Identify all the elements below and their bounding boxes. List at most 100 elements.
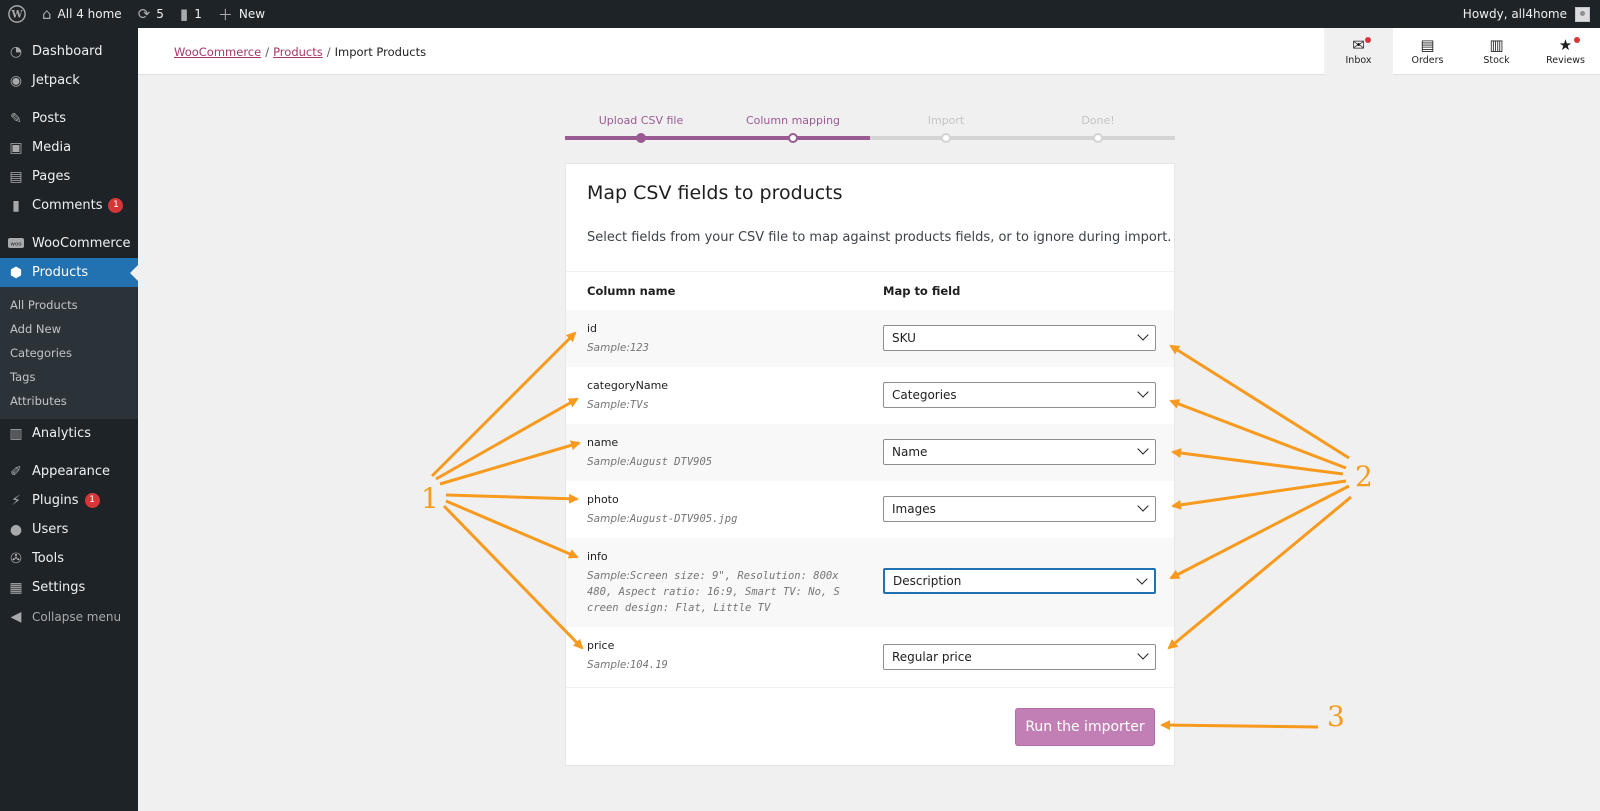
media-icon: ▣ [9, 139, 23, 156]
csv-column-name: price [587, 639, 615, 652]
menu-item-appearance[interactable]: ✐ Appearance [0, 457, 138, 486]
chevron-down-icon [1137, 386, 1149, 398]
wp-logo-icon[interactable]: W [0, 0, 34, 28]
menu-item-tools[interactable]: ✇ Tools [0, 544, 138, 573]
arrow-2-price [1167, 495, 1352, 650]
menu-item-users[interactable]: ● Users [0, 515, 138, 544]
submenu-item-attributes[interactable]: Attributes [0, 389, 138, 413]
csv-column-name: id [587, 322, 598, 335]
products-submenu: All Products Add New Categories Tags Att… [0, 287, 138, 419]
submenu-item-all-products[interactable]: All Products [0, 293, 138, 317]
arrow-1-name [439, 440, 581, 486]
plug-icon: ⚡ [11, 492, 21, 509]
run-importer-button[interactable]: Run the importer [1015, 708, 1155, 746]
arrow-2-sku [1169, 344, 1350, 460]
svg-text:W: W [10, 10, 23, 21]
comment-icon: ▮ [12, 197, 20, 214]
breadcrumb-products-link[interactable]: Products [273, 45, 323, 59]
step-upload: Upload CSV file [598, 114, 684, 127]
breadcrumb: WooCommerce / Products / Import Products [174, 45, 427, 59]
arrow-1-price [442, 504, 584, 650]
refresh-icon: ⟳ [137, 5, 151, 23]
activity-tab-orders[interactable]: ▤ Orders [1393, 28, 1462, 75]
arrow-1-id [430, 331, 577, 478]
breadcrumb-woocommerce-link[interactable]: WooCommerce [174, 45, 261, 59]
arrow-1-category [435, 397, 579, 481]
comments-link[interactable]: ▮ 1 [172, 0, 210, 28]
menu-item-dashboard[interactable]: ◔ Dashboard [0, 37, 138, 66]
brush-icon: ✐ [10, 463, 22, 480]
menu-item-comments[interactable]: ▮ Comments 1 [0, 191, 138, 220]
card-title: Map CSV fields to products [587, 182, 843, 204]
arrow-1-photo [445, 493, 579, 504]
map-field-select[interactable]: Images [883, 496, 1156, 522]
activity-tab-inbox[interactable]: ✉ Inbox [1324, 28, 1393, 75]
menu-item-plugins[interactable]: ⚡ Plugins 1 [0, 486, 138, 515]
chevron-down-icon [1137, 648, 1149, 660]
submenu-item-categories[interactable]: Categories [0, 341, 138, 365]
map-field-select[interactable]: Regular price [883, 644, 1156, 670]
unread-dot [1574, 37, 1580, 43]
new-content-link[interactable]: ＋ New [210, 0, 273, 28]
stepper-line-done [565, 136, 870, 140]
submenu-item-tags[interactable]: Tags [0, 365, 138, 389]
admin-bar: W ⌂ All 4 home ⟳ 5 ▮ 1 ＋ New Howdy, all4… [0, 0, 1600, 28]
chevron-down-icon [1137, 500, 1149, 512]
column-name-header: Column name [587, 284, 676, 298]
csv-sample: Sample:August-DTV905.jpg [587, 513, 738, 525]
csv-sample: Sample:104.19 [587, 659, 668, 671]
map-field-select[interactable]: Description [883, 568, 1156, 594]
map-field-select[interactable]: SKU [883, 325, 1156, 351]
stepper-line-todo [870, 136, 1175, 140]
menu-item-jetpack[interactable]: ◉ Jetpack [0, 66, 138, 95]
csv-sample: Sample:Screen size: 9", Resolution: 800x… [587, 570, 840, 614]
my-account-link[interactable]: Howdy, all4home [1463, 6, 1600, 22]
orders-icon: ▤ [1420, 35, 1435, 54]
jetpack-icon: ◉ [9, 72, 23, 89]
home-icon: ⌂ [42, 5, 52, 23]
arrow-2-categories [1169, 399, 1347, 470]
submenu-item-add-new[interactable]: Add New [0, 317, 138, 341]
chevron-down-icon [1137, 329, 1149, 341]
menu-item-woocommerce[interactable]: woo WooCommerce [0, 229, 138, 258]
divider [566, 687, 1174, 688]
menu-item-products[interactable]: ⬢ Products [0, 258, 138, 287]
map-field-select[interactable]: Categories [883, 382, 1156, 408]
annotation-label-1: 1 [421, 482, 439, 515]
table-row: categoryName Sample:TVs Categories [566, 367, 1174, 424]
menu-item-settings[interactable]: ▦ Settings [0, 573, 138, 602]
menu-item-analytics[interactable]: ▥ Analytics [0, 419, 138, 448]
wrench-icon: ✇ [10, 550, 22, 567]
csv-sample: Sample:TVs [587, 399, 649, 411]
step-dot-upload [636, 133, 646, 143]
envelope-icon: ✉ [1352, 35, 1365, 54]
import-stepper: Upload CSV file Column mapping Import Do… [565, 114, 1175, 144]
csv-column-name: name [587, 436, 619, 449]
site-name-link[interactable]: ⌂ All 4 home [34, 0, 130, 28]
unread-dot [1365, 37, 1371, 43]
admin-sidebar: ◔ Dashboard ◉ Jetpack ✎ Posts ▣ Media ▤ Pages… [0, 28, 138, 811]
activity-tab-reviews[interactable]: ★ Reviews [1531, 28, 1600, 75]
table-row: info Sample:Screen size: 9", Resolution:… [566, 538, 1174, 627]
activity-tab-stock[interactable]: ▥ Stock [1462, 28, 1531, 75]
plugins-badge: 1 [84, 493, 100, 508]
svg-text:woo: woo [10, 241, 22, 247]
updates-link[interactable]: ⟳ 5 [130, 0, 172, 28]
csv-sample: Sample:August DTV905 [587, 456, 713, 468]
menu-item-media[interactable]: ▣ Media [0, 133, 138, 162]
step-mapping: Column mapping [745, 114, 841, 127]
table-row: price Sample:104.19 Regular price [566, 627, 1174, 687]
menu-item-pages[interactable]: ▤ Pages [0, 162, 138, 191]
step-done: Done! [1081, 114, 1115, 127]
comment-icon: ▮ [179, 5, 189, 23]
mapping-card: Map CSV fields to products Select fields… [565, 163, 1175, 766]
clipboard-icon: ▥ [1489, 35, 1504, 54]
collapse-menu-button[interactable]: ◀ Collapse menu [0, 602, 138, 631]
plus-icon: ＋ [217, 5, 233, 24]
divider [566, 271, 1174, 272]
woo-icon: woo [8, 236, 24, 252]
arrow-2-name [1171, 448, 1344, 476]
chevron-down-icon [1136, 573, 1148, 585]
map-field-select[interactable]: Name [883, 439, 1156, 465]
menu-item-posts[interactable]: ✎ Posts [0, 104, 138, 133]
